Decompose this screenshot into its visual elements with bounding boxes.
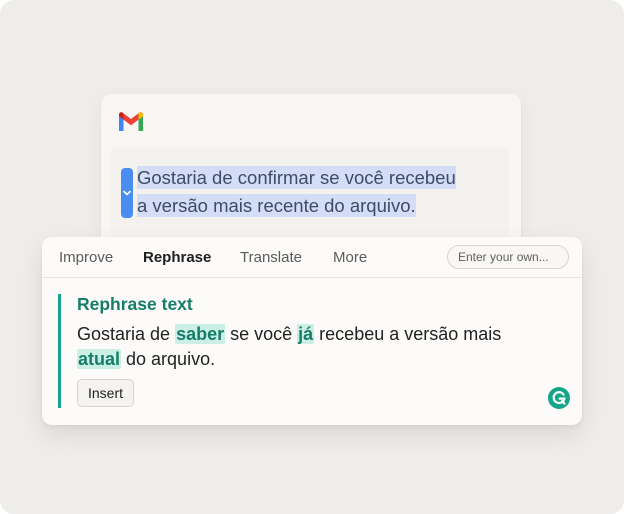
selected-line: a versão mais recente do arquivo. (137, 194, 416, 217)
changed-word: atual (77, 349, 122, 369)
text-segment: recebeu a versão mais (314, 324, 502, 344)
tab-rephrase[interactable]: Rephrase (143, 249, 211, 267)
changed-word: saber (175, 324, 226, 344)
grammarly-popup: Improve Rephrase Translate More Rephrase… (42, 237, 582, 425)
suggestion-card: Rephrase text Gostaria de saber se você … (58, 294, 556, 408)
suggestion-text: Gostaria de saber se você já recebeu a v… (77, 322, 547, 372)
tab-translate[interactable]: Translate (240, 249, 302, 267)
tab-more[interactable]: More (333, 249, 367, 267)
insert-button[interactable]: Insert (77, 379, 135, 407)
text-segment: se você (225, 324, 298, 344)
tab-improve[interactable]: Improve (59, 249, 113, 267)
grammarly-icon[interactable] (548, 387, 570, 409)
text-segment: Gostaria de (77, 324, 176, 344)
text-segment: do arquivo. (121, 349, 216, 369)
text-cursor-handle[interactable] (121, 168, 133, 218)
suggestion-title: Rephrase text (77, 294, 193, 314)
chevron-down-icon (123, 190, 131, 196)
selected-email-text[interactable]: Gostaria de confirmar se você recebeu a … (137, 164, 497, 220)
changed-word: já (297, 324, 315, 344)
custom-prompt-input[interactable] (447, 245, 569, 269)
gmail-icon (119, 112, 143, 131)
popup-tabs: Improve Rephrase Translate More (42, 237, 582, 278)
selected-line: Gostaria de confirmar se você recebeu (137, 166, 456, 189)
canvas: Gostaria de confirmar se você recebeu a … (0, 0, 624, 514)
